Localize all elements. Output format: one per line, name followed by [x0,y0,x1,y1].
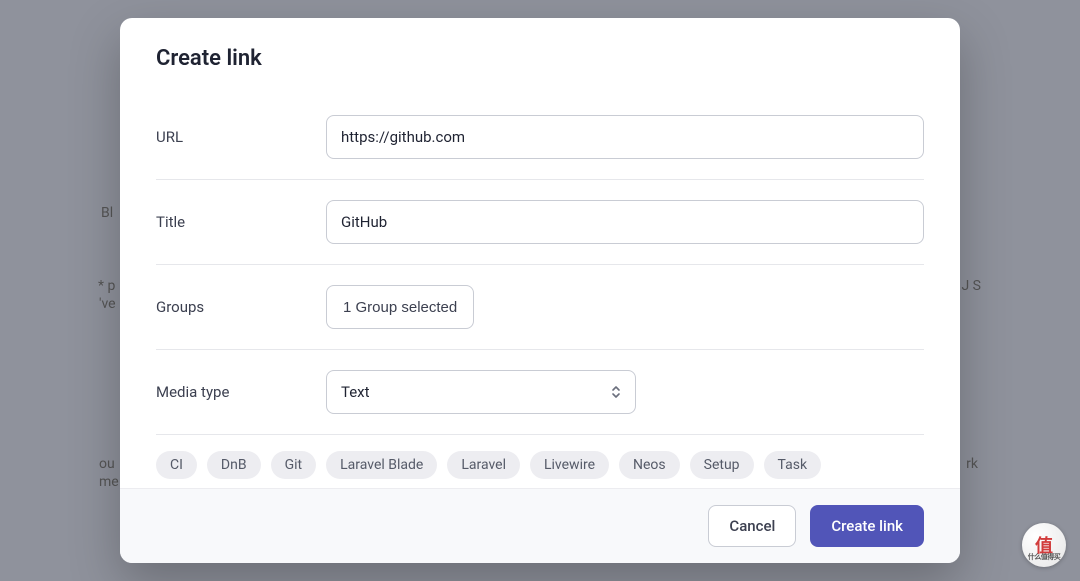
media-type-value: Text [341,383,611,401]
media-type-select[interactable]: Text [326,370,636,414]
tag-task[interactable]: Task [764,451,822,479]
url-label: URL [156,128,326,146]
tag-livewire[interactable]: Livewire [530,451,609,479]
select-caret-icon [611,385,621,399]
tag-laravel-blade[interactable]: Laravel Blade [326,451,437,479]
bg-text: * p [98,278,115,294]
tag-neos[interactable]: Neos [619,451,680,479]
modal-footer: Cancel Create link [120,488,960,563]
form-row-groups: Groups 1 Group selected [156,265,924,350]
url-input[interactable] [326,115,924,159]
modal-title: Create link [156,46,924,71]
groups-select-button[interactable]: 1 Group selected [326,285,474,329]
form-row-media-type: Media type Text [156,350,924,434]
tag-setup[interactable]: Setup [690,451,754,479]
bg-text: ou [99,456,115,472]
bg-text: me [99,474,119,490]
watermark-badge: 值 什么值得买 [1022,523,1066,567]
tags-row: CI DnB Git Laravel Blade Laravel Livewir… [156,434,924,488]
title-label: Title [156,213,326,231]
tag-dnb[interactable]: DnB [207,451,261,479]
create-link-button[interactable]: Create link [810,505,924,547]
watermark-sub: 什么值得买 [1028,552,1061,562]
groups-label: Groups [156,298,326,316]
modal-body: Create link URL Title Groups 1 Group sel… [120,18,960,488]
bg-text: rk [966,456,978,472]
bg-text: J S [961,278,981,294]
bg-text: Bl [101,205,113,221]
create-link-modal: Create link URL Title Groups 1 Group sel… [120,18,960,563]
tag-ci[interactable]: CI [156,451,197,479]
tag-laravel[interactable]: Laravel [447,451,520,479]
tag-git[interactable]: Git [271,451,317,479]
media-type-label: Media type [156,383,326,401]
form-row-url: URL [156,95,924,180]
bg-text: 've [99,296,116,312]
cancel-button[interactable]: Cancel [708,505,796,547]
title-input[interactable] [326,200,924,244]
form-row-title: Title [156,180,924,265]
